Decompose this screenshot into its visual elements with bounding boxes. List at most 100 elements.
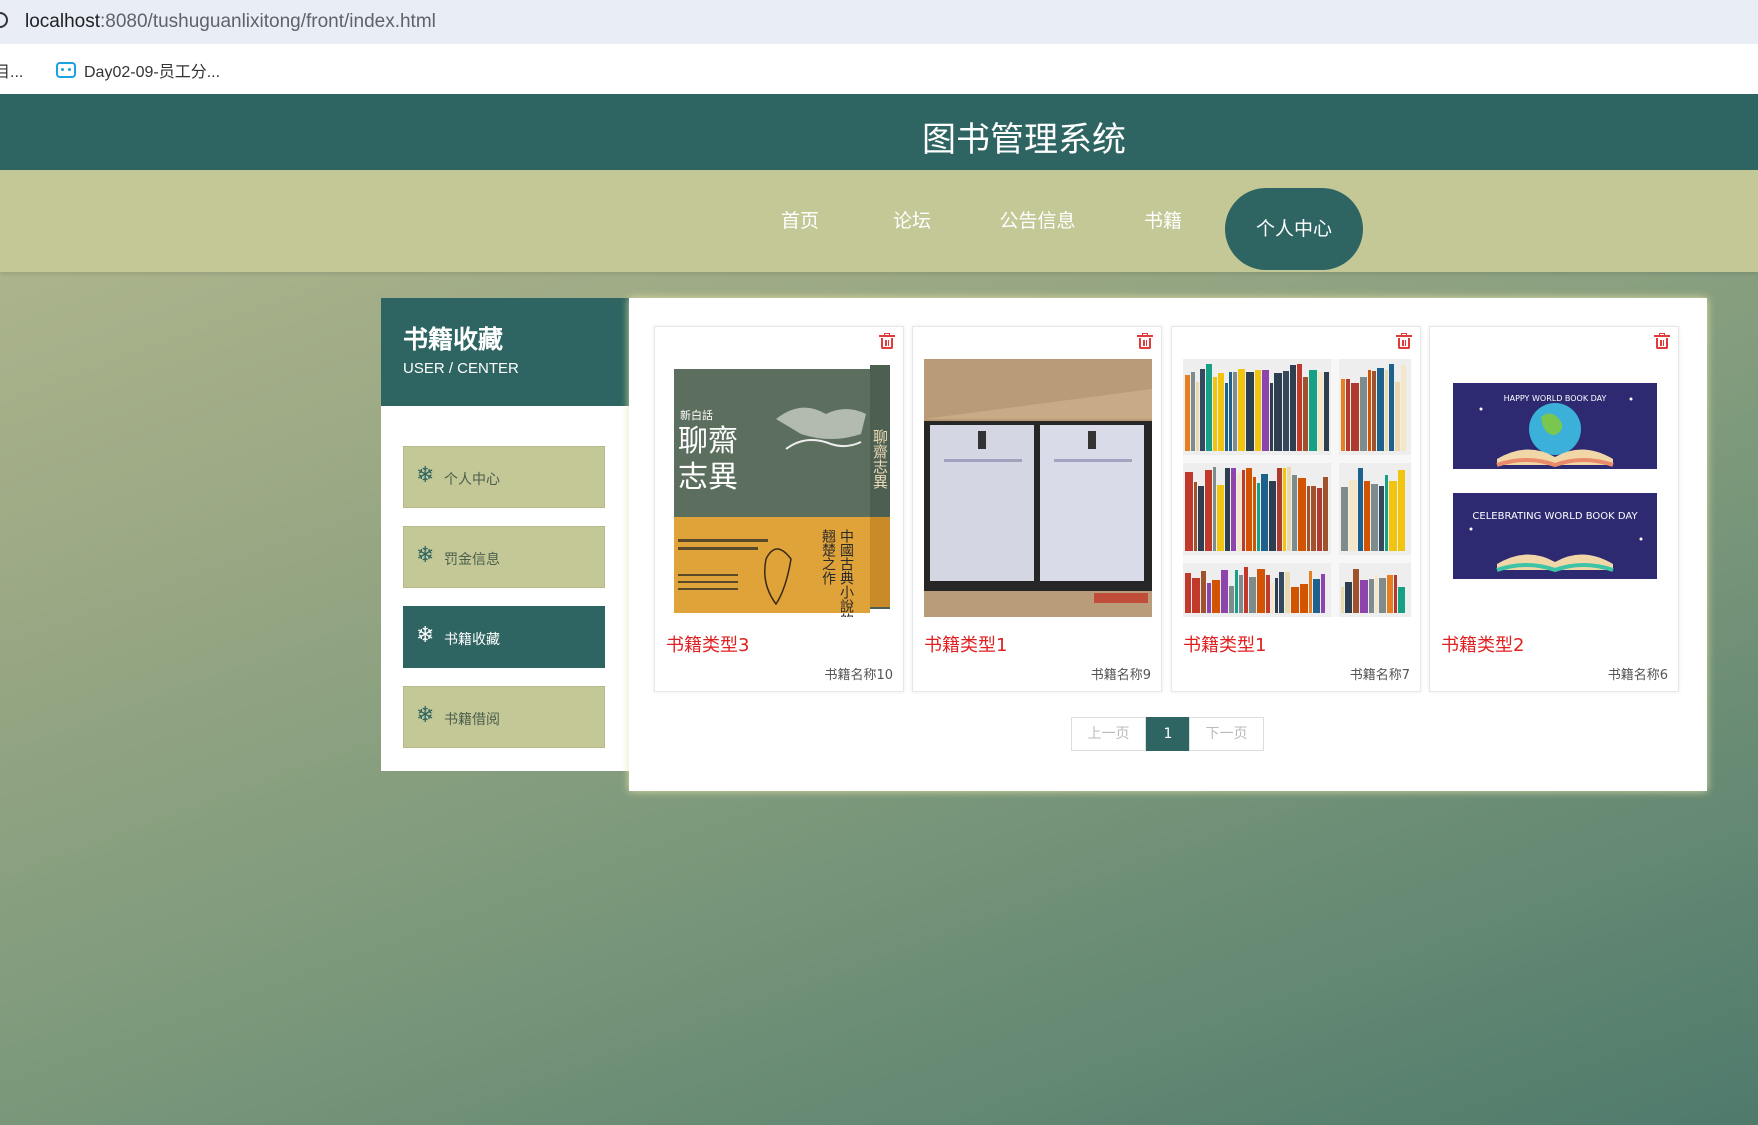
book-spine (1369, 579, 1374, 613)
book-spine (1346, 379, 1350, 451)
book-spine (1238, 369, 1245, 451)
book-spine (1311, 486, 1316, 551)
world-book-day-banner: HAPPY WORLD BOOK DAY CELEBRATING WORLD B… (1441, 359, 1669, 617)
book-spine (1196, 382, 1199, 451)
snowflake-icon: ❄ (416, 703, 435, 728)
liaozhai-book-cover: 新白話 聊齋 志異 聊齋志異 中國古典小說的 翹楚之作 (666, 359, 894, 617)
bilibili-icon (56, 62, 76, 78)
book-name: 书籍名称9 (1090, 668, 1151, 683)
url-text[interactable]: localhost:8080/tushuguanlixitong/front/i… (25, 11, 436, 33)
delete-icon[interactable] (1137, 333, 1153, 349)
bookmark-partial[interactable]: 目... (0, 58, 23, 82)
book-spine (1213, 467, 1216, 551)
book-type[interactable]: 书籍类型2 (1441, 631, 1524, 657)
book-spine (1377, 368, 1384, 451)
book-spine (1218, 373, 1224, 451)
sidebar-item-label: 个人中心 (444, 472, 500, 488)
book-spine (1249, 577, 1256, 613)
delete-icon[interactable] (1654, 333, 1670, 349)
book-spine (1285, 572, 1290, 613)
book-spine (1277, 468, 1282, 551)
page-number-button[interactable]: 1 (1146, 717, 1190, 751)
nav-item-user-center[interactable]: 个人中心 (1225, 188, 1363, 270)
book-spine (1185, 375, 1190, 451)
book-spine (1233, 372, 1237, 451)
url-path: :8080/tushuguanlixitong/front/index.html (100, 11, 436, 32)
book-card[interactable]: 书籍类型1 书籍名称9 (912, 326, 1162, 692)
book-spine (1207, 583, 1211, 613)
book-spine (1212, 580, 1220, 613)
book-card[interactable]: 书籍类型1 书籍名称7 (1171, 326, 1421, 692)
book-spine (1201, 571, 1206, 613)
book-spine (1398, 587, 1405, 613)
book-spine (1221, 570, 1228, 613)
snowflake-icon: ❄ (416, 623, 435, 648)
book-spine (1283, 468, 1286, 551)
book-spine (1368, 370, 1371, 451)
book-spine (1323, 477, 1328, 551)
book-spine (1341, 379, 1345, 451)
book-spine (1231, 468, 1236, 551)
bookshelf-photo (1183, 359, 1411, 617)
book-spine (1297, 364, 1302, 451)
book-type[interactable]: 书籍类型1 (924, 631, 1007, 657)
book-spine (1271, 583, 1274, 613)
snowflake-icon: ❄ (416, 463, 435, 488)
bookmarks-bar: 目... Day02-09-员工分... (0, 44, 1758, 94)
site-info-icon[interactable] (0, 12, 8, 28)
book-spine (1198, 486, 1204, 551)
prev-page-button[interactable]: 上一页 (1071, 717, 1146, 751)
next-page-button[interactable]: 下一页 (1189, 717, 1264, 751)
book-card[interactable]: 新白話 聊齋 志異 聊齋志異 中國古典小說的 翹楚之作 书籍类型3 书籍名称10 (654, 326, 904, 692)
sidebar-item-user-center[interactable]: ❄ 个人中心 (403, 446, 605, 508)
book-spine (1360, 377, 1367, 451)
book-spine (1229, 372, 1232, 451)
book-spine (1185, 573, 1191, 613)
book-spine (1379, 578, 1386, 613)
book-type[interactable]: 书籍类型3 (666, 631, 749, 657)
book-spine (1242, 470, 1245, 551)
book-card[interactable]: HAPPY WORLD BOOK DAY CELEBRATING WORLD B… (1429, 326, 1679, 692)
book-spine (1364, 481, 1370, 551)
book-spine (1261, 474, 1268, 551)
delete-icon[interactable] (1396, 333, 1412, 349)
address-bar[interactable]: localhost:8080/tushuguanlixitong/front/i… (0, 0, 1758, 44)
book-spine (1206, 364, 1212, 451)
bookmark-label: Day02-09-员工分... (84, 64, 221, 81)
book-spine (1274, 373, 1282, 451)
nav-item-home[interactable]: 首页 (770, 170, 830, 272)
bookmark-item[interactable]: Day02-09-员工分... (56, 58, 220, 82)
book-spine (1237, 473, 1241, 551)
book-spine (1246, 468, 1252, 551)
main-nav: 首页 论坛 公告信息 书籍 个人中心 (0, 170, 1758, 272)
book-spine (1353, 569, 1359, 613)
book-spine (1225, 468, 1230, 551)
sidebar-item-fines[interactable]: ❄ 罚金信息 (403, 526, 605, 588)
book-spine (1341, 587, 1344, 613)
book-spine (1309, 571, 1312, 613)
book-spine (1395, 382, 1400, 451)
banner-text-1: HAPPY WORLD BOOK DAY (1504, 394, 1607, 403)
book-spine (1257, 483, 1260, 551)
delete-icon[interactable] (879, 333, 895, 349)
book-name: 书籍名称10 (824, 668, 893, 683)
snowflake-icon: ❄ (416, 543, 435, 568)
nav-item-forum[interactable]: 论坛 (882, 170, 942, 272)
book-spine (1194, 482, 1197, 551)
nav-item-books[interactable]: 书籍 (1133, 170, 1193, 272)
book-spine (1246, 372, 1254, 451)
sidebar-item-favorites[interactable]: ❄ 书籍收藏 (403, 606, 605, 668)
cover-title-a: 聊齋 (678, 424, 738, 459)
book-spine (1318, 372, 1323, 451)
sidebar-item-borrowing[interactable]: ❄ 书籍借阅 (403, 686, 605, 748)
cover-spine: 聊齋志異 (871, 429, 889, 489)
book-type[interactable]: 书籍类型1 (1183, 631, 1266, 657)
book-spine (1287, 467, 1291, 551)
nav-item-notice[interactable]: 公告信息 (995, 170, 1080, 272)
book-spine (1257, 569, 1265, 613)
book-spine (1298, 478, 1306, 551)
sidebar-header: 书籍收藏 USER / CENTER (381, 298, 629, 406)
book-spine (1205, 470, 1212, 551)
book-spine (1244, 567, 1248, 613)
banner-text-2: CELEBRATING WORLD BOOK DAY (1472, 511, 1638, 522)
